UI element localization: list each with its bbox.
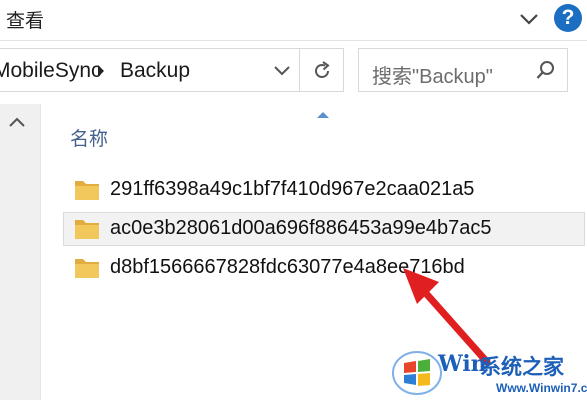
breadcrumb-separator-icon[interactable] xyxy=(98,65,104,77)
file-row-3[interactable]: d8bf1566667828fdc63077e4a8ee716bd xyxy=(63,251,585,285)
help-button[interactable]: ? xyxy=(554,4,582,32)
search-input[interactable]: 搜索"Backup" xyxy=(358,48,568,92)
file-name: ac0e3b28061d00a696f886453a99e4b7ac5 xyxy=(110,217,492,239)
folder-icon xyxy=(75,181,99,200)
watermark-site: Www.Winwin7.com xyxy=(496,381,587,395)
refresh-button[interactable] xyxy=(300,48,344,92)
address-history-dropdown-icon[interactable] xyxy=(271,61,293,81)
breadcrumb-mobilesync[interactable]: MobileSync xyxy=(0,59,102,83)
breadcrumb-backup[interactable]: Backup xyxy=(120,59,190,83)
pane-divider[interactable] xyxy=(40,104,41,400)
column-header-name[interactable]: 名称 xyxy=(70,124,108,151)
ribbon-divider xyxy=(0,40,587,41)
file-name: 291ff6398a49c1bf7f410d967e2caa021a5 xyxy=(110,178,475,200)
expand-ribbon-chevron-icon[interactable] xyxy=(516,6,542,32)
address-bar[interactable]: MobileSync Backup xyxy=(0,48,300,92)
ribbon-tab-view[interactable]: 查看 xyxy=(6,6,44,33)
windows-logo-icon xyxy=(392,351,442,395)
navigation-pane xyxy=(0,104,40,400)
watermark-brand-chinese: 系统之家 xyxy=(480,356,564,379)
search-placeholder: 搜索"Backup" xyxy=(372,66,493,88)
folder-icon xyxy=(75,220,99,239)
file-row-2[interactable]: ac0e3b28061d00a696f886453a99e4b7ac5 xyxy=(63,212,585,246)
sort-ascending-icon xyxy=(317,112,329,118)
folder-icon xyxy=(75,259,99,278)
refresh-icon xyxy=(315,61,330,78)
scroll-up-chevron-icon[interactable] xyxy=(6,112,28,134)
ribbon: 查看 ? xyxy=(0,0,587,40)
watermark: Win 系统之家 Www.Winwin7.com xyxy=(388,343,587,400)
file-name: d8bf1566667828fdc63077e4a8ee716bd xyxy=(110,256,465,278)
search-icon[interactable] xyxy=(535,59,557,81)
file-row-1[interactable]: 291ff6398a49c1bf7f410d967e2caa021a5 xyxy=(63,173,585,207)
